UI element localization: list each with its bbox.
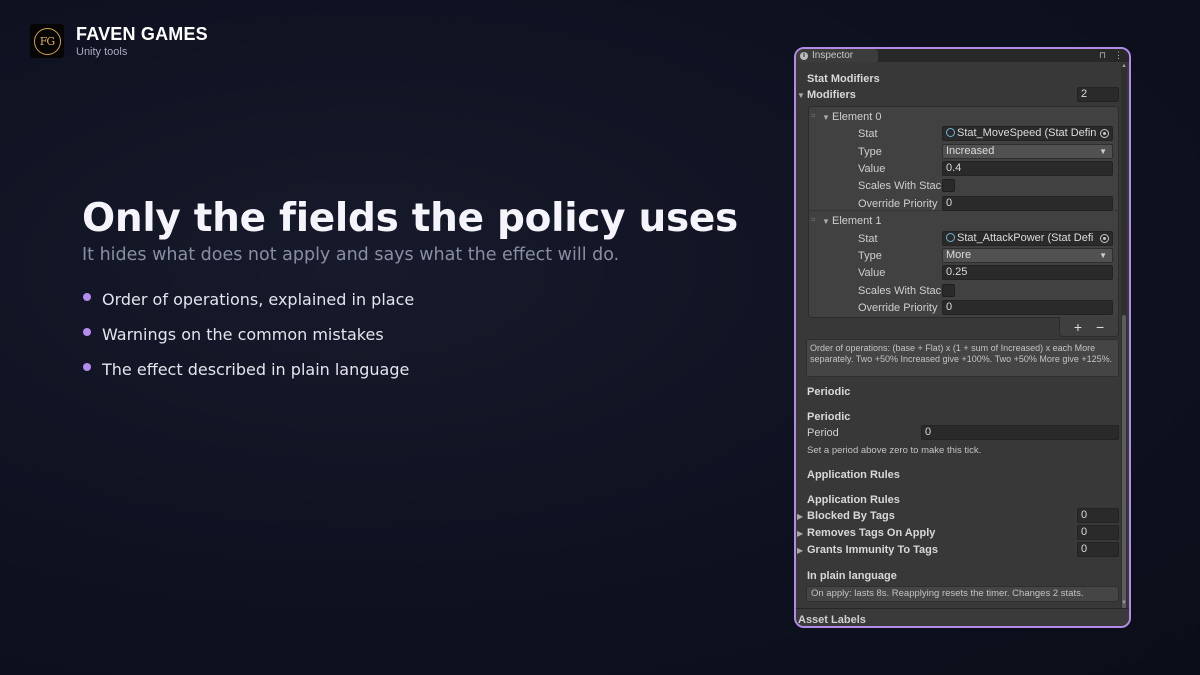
modifiers-count-field[interactable]: 2	[1077, 87, 1119, 102]
asset-labels-bar[interactable]: Asset Labels	[796, 608, 1129, 626]
add-element-button[interactable]: +	[1074, 319, 1082, 335]
override-priority-field[interactable]: 0	[942, 196, 1113, 211]
section-stat-modifiers: Stat Modifiers	[807, 73, 880, 85]
type-dropdown-value: Increased	[946, 145, 995, 157]
hero-subtitle: It hides what does not apply and says wh…	[82, 245, 620, 265]
list-add-remove: + −	[1059, 317, 1119, 337]
stat-object-field[interactable]: Stat_AttackPower (Stat Defi	[942, 231, 1113, 246]
brand: FG FAVEN GAMES Unity tools	[30, 24, 208, 58]
info-icon: i	[800, 51, 808, 60]
type-dropdown-value: More	[946, 249, 972, 261]
feature-item: Order of operations, explained in place	[82, 282, 742, 317]
feature-text: Order of operations, explained in place	[102, 290, 415, 309]
brand-logo: FG	[30, 24, 64, 58]
period-help: Set a period above zero to make this tic…	[807, 445, 982, 456]
value-label: Value	[858, 267, 886, 279]
bullet-dot-icon	[83, 292, 91, 301]
stat-object-value: Stat_MoveSpeed (Stat Defin	[957, 127, 1097, 139]
brand-tagline: Unity tools	[76, 45, 128, 58]
object-picker-icon[interactable]	[1100, 234, 1109, 243]
blocked-by-tags-label[interactable]: Blocked By Tags	[807, 510, 895, 522]
section-application-rules: Application Rules	[807, 469, 900, 481]
removes-tags-count[interactable]: 0	[1077, 525, 1119, 540]
dropdown-arrow-icon: ▼	[1099, 147, 1107, 156]
feature-list: Order of operations, explained in place …	[82, 282, 742, 387]
section-periodic: Periodic	[807, 386, 851, 398]
drag-handle-icon[interactable]: =	[811, 112, 819, 120]
scriptable-object-icon	[946, 128, 955, 137]
feature-text: The effect described in plain language	[102, 360, 410, 379]
blocked-by-tags-count[interactable]: 0	[1077, 508, 1119, 523]
tab-tools: ⊓ ⋮	[1099, 49, 1123, 62]
type-label: Type	[858, 250, 882, 262]
scriptable-object-icon	[946, 233, 955, 242]
drag-handle-icon[interactable]: =	[811, 216, 819, 224]
brand-text: FAVEN GAMES Unity tools	[76, 25, 208, 58]
periodic-subheader: Periodic	[807, 411, 851, 423]
override-priority-label: Override Priority	[858, 302, 938, 314]
tab-inspector[interactable]: i Inspector	[796, 49, 878, 62]
hero: Only the fields the policy uses It hides…	[82, 196, 742, 387]
kebab-menu-icon[interactable]: ⋮	[1114, 50, 1123, 61]
grants-immunity-label[interactable]: Grants Immunity To Tags	[807, 544, 938, 556]
object-picker-icon[interactable]	[1100, 129, 1109, 138]
plain-language-summary: On apply: lasts 8s. Reapplying resets th…	[806, 586, 1119, 602]
foldout-collapsed-icon[interactable]: ▶	[797, 546, 803, 555]
dropdown-arrow-icon: ▼	[1099, 251, 1107, 260]
override-priority-field[interactable]: 0	[942, 300, 1113, 315]
brand-name: FAVEN GAMES	[76, 23, 208, 44]
feature-text: Warnings on the common mistakes	[102, 325, 384, 344]
scales-with-stacks-checkbox[interactable]	[942, 179, 955, 192]
scrollbar-thumb[interactable]	[1122, 315, 1126, 611]
hero-title: Only the fields the policy uses	[82, 196, 738, 241]
scroll-down-icon[interactable]: ▼	[1121, 600, 1127, 607]
type-dropdown[interactable]: Increased ▼	[942, 144, 1113, 159]
foldout-collapsed-icon[interactable]: ▶	[797, 529, 803, 538]
scales-with-stacks-label: Scales With Stac	[858, 180, 942, 192]
value-field[interactable]: 0.4	[942, 161, 1113, 176]
feature-item: Warnings on the common mistakes	[82, 317, 742, 352]
override-priority-label: Override Priority	[858, 198, 938, 210]
feature-item: The effect described in plain language	[82, 352, 742, 387]
inspector-window: i Inspector ⊓ ⋮ ▲ ▼ Stat Modifiers ▼ Mod…	[794, 47, 1131, 628]
asset-labels: Asset Labels	[798, 614, 866, 626]
value-label: Value	[858, 163, 886, 175]
lock-icon[interactable]: ⊓	[1099, 50, 1106, 61]
foldout-expanded-icon[interactable]: ▼	[797, 91, 805, 100]
inspector-tab-bar: i Inspector ⊓ ⋮	[796, 49, 1129, 62]
section-plain-language: In plain language	[807, 570, 897, 582]
period-label: Period	[807, 427, 839, 439]
scroll-up-icon[interactable]: ▲	[1121, 63, 1127, 70]
stat-object-value: Stat_AttackPower (Stat Defi	[957, 232, 1094, 244]
period-field[interactable]: 0	[921, 425, 1119, 440]
bullet-dot-icon	[83, 362, 91, 371]
scales-with-stacks-label: Scales With Stac	[858, 285, 942, 297]
element-title[interactable]: Element 1	[832, 215, 882, 227]
removes-tags-label[interactable]: Removes Tags On Apply	[807, 527, 935, 539]
type-dropdown[interactable]: More ▼	[942, 248, 1113, 263]
grants-immunity-count[interactable]: 0	[1077, 542, 1119, 557]
foldout-collapsed-icon[interactable]: ▶	[797, 512, 803, 521]
stat-object-field[interactable]: Stat_MoveSpeed (Stat Defin	[942, 126, 1113, 141]
stat-label: Stat	[858, 233, 878, 245]
brand-logo-mark: FG	[33, 27, 61, 55]
order-of-operations-help: Order of operations: (base + Flat) x (1 …	[806, 339, 1119, 377]
foldout-expanded-icon[interactable]: ▼	[822, 217, 830, 226]
element-title[interactable]: Element 0	[832, 111, 882, 123]
foldout-expanded-icon[interactable]: ▼	[822, 113, 830, 122]
application-rules-subheader: Application Rules	[807, 494, 900, 506]
scales-with-stacks-checkbox[interactable]	[942, 284, 955, 297]
modifiers-label[interactable]: Modifiers	[807, 89, 856, 101]
type-label: Type	[858, 146, 882, 158]
remove-element-button[interactable]: −	[1096, 319, 1104, 335]
tab-inspector-label: Inspector	[812, 50, 854, 61]
bullet-dot-icon	[83, 327, 91, 336]
value-field[interactable]: 0.25	[942, 265, 1113, 280]
stat-label: Stat	[858, 128, 878, 140]
